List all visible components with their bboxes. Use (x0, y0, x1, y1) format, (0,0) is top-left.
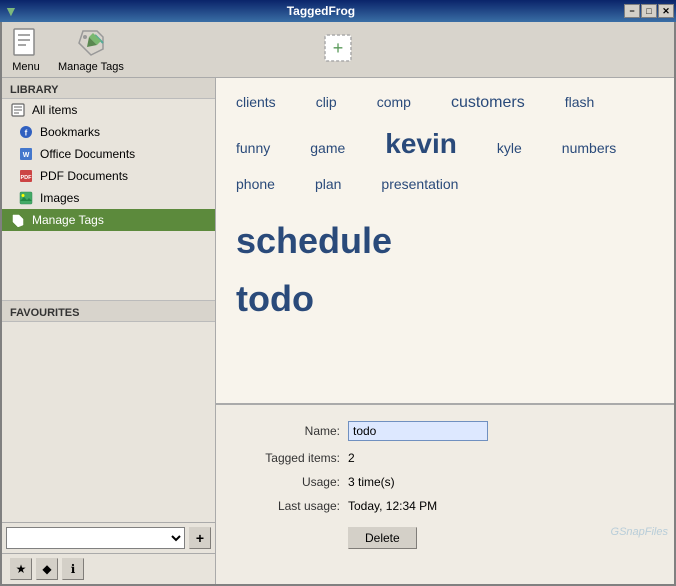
images-label: Images (40, 191, 79, 205)
tag-kyle[interactable]: kyle (497, 140, 522, 156)
tagged-items-value: 2 (348, 451, 355, 465)
maximize-button[interactable]: □ (641, 4, 657, 18)
name-input[interactable] (348, 421, 488, 441)
pdf-documents-label: PDF Documents (40, 169, 128, 183)
favourites-label: FAVOURITES (2, 300, 215, 322)
sidebar-item-all-items[interactable]: All items (2, 99, 215, 121)
tag-game[interactable]: game (310, 140, 345, 156)
tag-phone[interactable]: phone (236, 176, 275, 192)
sidebar-item-office-documents[interactable]: W Office Documents (2, 143, 215, 165)
close-button[interactable]: ✕ (658, 4, 674, 18)
bookmarks-icon: f (18, 124, 34, 140)
manage-tags-label: Manage Tags (58, 61, 124, 73)
title-bar: ▼ TaggedFrog − □ ✕ (0, 0, 676, 22)
sidebar-add-button[interactable]: + (189, 527, 211, 549)
sidebar: LIBRARY All items (2, 78, 216, 584)
all-items-label: All items (32, 103, 77, 117)
tag-row-2: funny game kevin kyle numbers (236, 128, 654, 168)
sidebar-item-manage-tags[interactable]: Manage Tags (2, 209, 215, 231)
title-bar-left: ▼ (0, 3, 18, 19)
svg-text:+: + (333, 38, 344, 58)
window-title: TaggedFrog (18, 4, 624, 18)
manage-tags-icon (75, 27, 107, 59)
star-button[interactable]: ★ (10, 558, 32, 580)
last-usage-label: Last usage: (240, 499, 340, 513)
tagged-items-label: Tagged items: (240, 451, 340, 465)
detail-panel: Name: Tagged items: 2 Usage: 3 time(s) L… (216, 404, 674, 584)
delete-button[interactable]: Delete (348, 527, 417, 549)
menu-label: Menu (12, 61, 40, 73)
svg-text:W: W (23, 152, 30, 159)
tag-comp[interactable]: comp (377, 94, 411, 110)
tag-area: clients clip comp customers flash funny … (216, 78, 674, 584)
last-usage-value: Today, 12:34 PM (348, 499, 437, 513)
tag-flash[interactable]: flash (565, 94, 595, 110)
menu-icon (10, 27, 42, 59)
bookmarks-label: Bookmarks (40, 125, 100, 139)
main-window: Menu Manage Tags + (0, 22, 676, 586)
office-documents-icon: W (18, 146, 34, 162)
tag-presentation[interactable]: presentation (381, 176, 458, 192)
sidebar-bottom: + (2, 522, 215, 553)
manage-tags-sidebar-label: Manage Tags (32, 213, 104, 227)
svg-text:f: f (25, 129, 28, 138)
sidebar-items: All items f Bookmarks (2, 99, 215, 300)
last-usage-row: Last usage: Today, 12:34 PM (240, 499, 650, 513)
office-documents-label: Office Documents (40, 147, 135, 161)
main-content: LIBRARY All items (2, 78, 674, 584)
manage-tags-sidebar-icon (10, 212, 26, 228)
tag-schedule[interactable]: schedule (236, 220, 392, 262)
all-items-icon (10, 102, 26, 118)
pdf-documents-icon: PDF (18, 168, 34, 184)
tag-cloud: clients clip comp customers flash funny … (216, 78, 674, 404)
name-label: Name: (240, 424, 340, 438)
title-bar-controls: − □ ✕ (624, 4, 676, 18)
tag-row-4: todo (236, 278, 654, 328)
sidebar-item-images[interactable]: Images (2, 187, 215, 209)
library-section-label: LIBRARY (2, 78, 215, 99)
toolbar: Menu Manage Tags + (2, 22, 674, 78)
tag-funny[interactable]: funny (236, 140, 270, 156)
tag-todo[interactable]: todo (236, 278, 314, 320)
tag-row-3: phone plan presentation schedule (236, 176, 654, 270)
tag-numbers[interactable]: numbers (562, 140, 616, 156)
minimize-button[interactable]: − (624, 4, 640, 18)
tag-clip[interactable]: clip (316, 94, 337, 110)
tag-plan[interactable]: plan (315, 176, 341, 192)
tag-kevin[interactable]: kevin (385, 128, 457, 160)
tag-clients[interactable]: clients (236, 94, 276, 110)
sidebar-item-bookmarks[interactable]: f Bookmarks (2, 121, 215, 143)
tagged-items-row: Tagged items: 2 (240, 451, 650, 465)
svg-text:PDF: PDF (21, 175, 33, 181)
images-icon (18, 190, 34, 206)
tag-row-1: clients clip comp customers flash (236, 94, 654, 120)
tag-button[interactable]: ◆ (36, 558, 58, 580)
sidebar-item-pdf-documents[interactable]: PDF PDF Documents (2, 165, 215, 187)
sidebar-action-bar: ★ ◆ ℹ (2, 553, 215, 584)
menu-toolbar-item[interactable]: Menu (10, 27, 42, 73)
info-button[interactable]: ℹ (62, 558, 84, 580)
delete-row: Delete (240, 523, 650, 549)
usage-row: Usage: 3 time(s) (240, 475, 650, 489)
usage-label: Usage: (240, 475, 340, 489)
add-toolbar-item[interactable]: + (324, 34, 352, 65)
sidebar-dropdown[interactable] (6, 527, 185, 549)
app-icon: ▼ (4, 3, 18, 19)
name-row: Name: (240, 421, 650, 441)
favourites-area (2, 322, 215, 523)
usage-value: 3 time(s) (348, 475, 395, 489)
manage-tags-toolbar-item[interactable]: Manage Tags (58, 27, 124, 73)
tag-customers[interactable]: customers (451, 94, 525, 112)
